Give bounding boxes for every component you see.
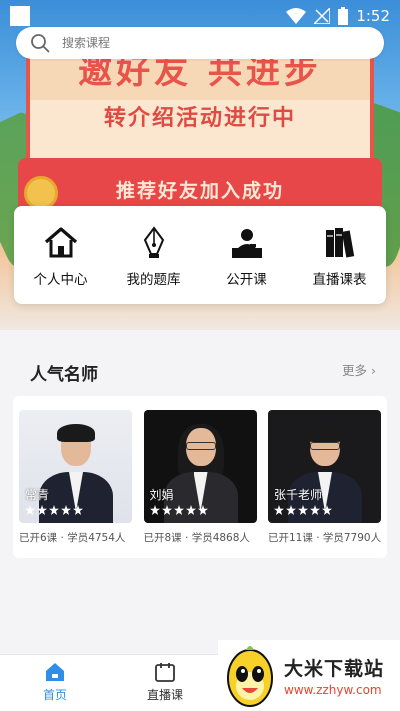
teacher-name: 刘娟 <box>149 488 174 502</box>
menu-item-personal-center[interactable]: 个人中心 <box>14 206 107 304</box>
tab-label: 直播课 <box>146 688 183 702</box>
status-time: 1:52 <box>356 7 390 25</box>
menu-label: 直播课表 <box>312 272 367 288</box>
search-bar[interactable] <box>16 27 384 59</box>
teacher-stats: 已开11课 · 学员7790人 <box>268 532 382 544</box>
teacher-card[interactable]: 张千老师 已开11课 · 学员7790人 <box>268 410 381 558</box>
notification-icon <box>10 6 30 26</box>
banner-recommend-text: 推荐好友加入成功 <box>115 180 284 202</box>
menu-label: 我的题库 <box>126 272 181 288</box>
search-icon <box>31 34 50 53</box>
teacher-photo: 常青 <box>19 410 132 523</box>
egg-mascot-logo <box>227 645 273 707</box>
star-icon <box>149 505 160 515</box>
more-link[interactable]: 更多 › <box>342 360 376 379</box>
star-icon <box>37 505 47 515</box>
teacher-name: 常青 <box>25 488 50 502</box>
battery-icon <box>338 7 349 25</box>
watermark-title: 大米下载站 <box>284 658 385 680</box>
star-icon <box>173 505 184 515</box>
signal-icon <box>314 8 331 24</box>
books-icon <box>325 228 354 258</box>
quick-menu: 个人中心 我的题库 公开课 直播课表 <box>14 206 386 304</box>
star-icon <box>197 505 208 515</box>
teacher-stats: 已开6课 · 学员4754人 <box>19 532 126 544</box>
star-icon <box>73 505 83 515</box>
menu-label: 公开课 <box>226 272 267 288</box>
menu-item-question-bank[interactable]: 我的题库 <box>107 206 200 304</box>
star-icon <box>298 505 308 515</box>
star-icon <box>185 505 196 515</box>
calendar-icon <box>155 663 175 682</box>
home-tab-icon <box>46 663 64 681</box>
teacher-name: 张千老师 <box>274 488 323 502</box>
watermark-url: www.zzhyw.com <box>284 683 382 697</box>
star-icon <box>49 505 59 515</box>
rating-stars <box>25 505 83 515</box>
section-title: 人气名师 <box>30 365 98 385</box>
pen-icon <box>143 226 164 258</box>
menu-label: 个人中心 <box>33 272 88 288</box>
status-indicators: 1:52 <box>286 7 390 25</box>
star-icon <box>61 505 71 515</box>
teacher-card[interactable]: 常青 已开6课 · 学员4754人 <box>19 410 132 558</box>
star-icon <box>161 505 172 515</box>
teacher-stats: 已开8课 · 学员4868人 <box>143 532 250 544</box>
star-icon <box>25 505 35 515</box>
search-input[interactable] <box>62 36 342 50</box>
tab-label: 首页 <box>42 688 67 702</box>
teacher-photo: 张千老师 <box>268 410 381 523</box>
menu-item-open-class[interactable]: 公开课 <box>200 206 293 304</box>
teacher-card[interactable]: 刘娟 已开8课 · 学员4868人 <box>143 410 257 558</box>
tab-live[interactable]: 直播课 <box>110 655 220 711</box>
home-icon <box>44 227 77 258</box>
menu-item-live-schedule[interactable]: 直播课表 <box>293 206 386 304</box>
star-icon <box>322 505 332 515</box>
teacher-list: 常青 已开6课 · 学员4754人 刘娟 已开8课 · 学员4868人 张千老师… <box>13 396 387 558</box>
lecturer-icon <box>231 229 262 258</box>
tab-home[interactable]: 首页 <box>0 655 110 711</box>
site-watermark: 大米下载站 www.zzhyw.com <box>218 640 400 711</box>
rating-stars <box>274 505 332 515</box>
rating-stars <box>149 505 208 515</box>
star-icon <box>274 505 284 515</box>
wifi-icon <box>286 8 307 24</box>
star-icon <box>310 505 320 515</box>
banner-subtitle: 转介绍活动进行中 <box>103 106 296 131</box>
teacher-photo: 刘娟 <box>143 410 257 523</box>
star-icon <box>286 505 296 515</box>
